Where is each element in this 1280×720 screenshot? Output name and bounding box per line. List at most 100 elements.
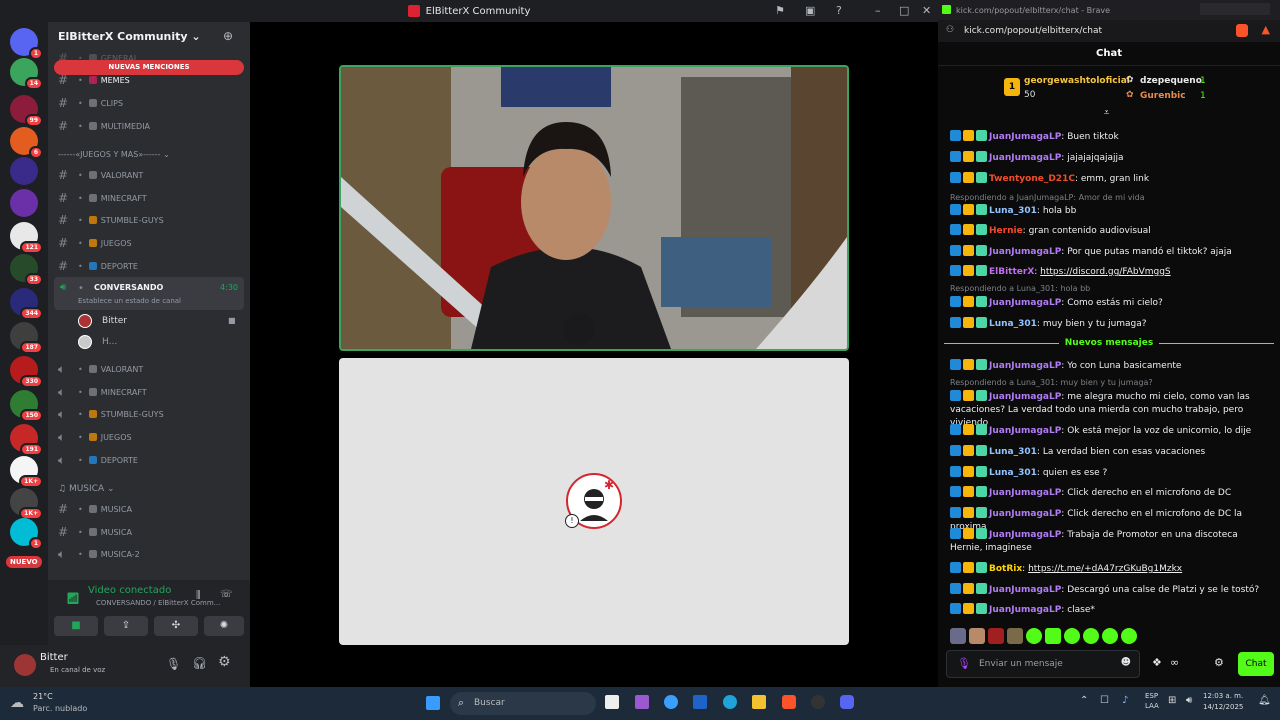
inbox-flag-icon[interactable]: ⚑	[775, 4, 785, 17]
server-icon-4[interactable]	[10, 157, 38, 185]
soundboard-button[interactable]: ✺	[204, 616, 244, 636]
avatar[interactable]	[14, 654, 36, 676]
channel-stumble-guys[interactable]: # • STUMBLE-GUYS	[58, 210, 244, 230]
server-icon-14[interactable]: 1K+	[10, 488, 43, 520]
channel-clips[interactable]: # • CLIPS	[58, 93, 244, 113]
address-bar[interactable]: ⚇ kick.com/popout/elbitterx/chat ▲	[938, 20, 1280, 42]
chat-username[interactable]: JuanJumagaLP	[989, 605, 1061, 615]
brave-icon[interactable]	[782, 695, 796, 709]
channel-valorant[interactable]: # • VALORANT	[58, 165, 244, 185]
chat-username[interactable]: Luna_301	[989, 447, 1037, 457]
microphone-icon[interactable]: 🎙︎	[166, 657, 181, 671]
chat-username[interactable]: JuanJumagaLP	[989, 298, 1061, 308]
voice-deporte[interactable]: 🔈︎ • DEPORTE	[58, 450, 244, 470]
screen-icon[interactable]: ▣	[805, 4, 815, 17]
screen-share-button[interactable]: ⇪	[104, 616, 148, 636]
server-icon-13[interactable]: 1K+	[10, 456, 43, 488]
server-icon-11[interactable]: 150	[10, 390, 43, 422]
webcam-video-tile[interactable]	[339, 65, 849, 351]
brave-rewards-icon[interactable]: ▲	[1262, 23, 1270, 36]
chat-username[interactable]: Luna_301	[989, 468, 1037, 478]
task-view-icon[interactable]	[605, 695, 619, 709]
tray-icon-1[interactable]: ☐	[1100, 695, 1109, 706]
voice-musica-2[interactable]: 🔈︎ • MUSICA-2	[58, 544, 244, 564]
chat-username[interactable]: JuanJumagaLP	[989, 361, 1061, 371]
voice-minecraft[interactable]: 🔈︎ • MINECRAFT	[58, 382, 244, 402]
collapse-icon[interactable]: ⩡	[1104, 108, 1109, 118]
chat-link[interactable]: https://t.me/+dA47rzGKuBg1Mzkx	[1028, 564, 1182, 574]
channel-multimedia[interactable]: # • MULTIMEDIA	[58, 116, 244, 136]
infinity-icon[interactable]: ∞	[1170, 656, 1179, 669]
channel-juegos[interactable]: # • JUEGOS	[58, 233, 244, 253]
activities-button[interactable]: ✣	[154, 616, 198, 636]
server-icon-9[interactable]: 187	[10, 322, 43, 354]
edge-icon[interactable]	[723, 695, 737, 709]
chat-username[interactable]: JuanJumagaLP	[989, 247, 1061, 257]
settings-gear-icon[interactable]: ⚙	[218, 654, 231, 670]
new-badge[interactable]: NUEVO	[6, 556, 42, 568]
voice-user-bitter[interactable]: Bitter	[78, 314, 127, 328]
chat-username[interactable]: ElBitterX	[989, 267, 1034, 277]
chat-username[interactable]: JuanJumagaLP	[989, 132, 1061, 142]
server-icon-3[interactable]: 6	[10, 127, 43, 159]
signal-icon[interactable]: 📶︎	[66, 592, 80, 605]
server-icon-2[interactable]: 99	[10, 95, 43, 127]
channel-minecraft[interactable]: # • MINECRAFT	[58, 188, 244, 208]
notifications-icon[interactable]: 🔔︎	[1258, 695, 1271, 706]
voice-channel-active[interactable]: 🔊︎ • CONVERSANDO 4:30 Establece un estad…	[54, 277, 244, 310]
voice-valorant[interactable]: 🔈︎ • VALORANT	[58, 359, 244, 379]
discord-home-icon[interactable]: 1	[10, 28, 43, 60]
server-icon-10[interactable]: 330	[10, 356, 43, 388]
chat-send-button[interactable]: Chat	[1238, 652, 1274, 676]
category-juegos[interactable]: ------«JUEGOS Y MAS»------ ⌄	[58, 150, 170, 159]
chat-username[interactable]: JuanJumagaLP	[989, 509, 1061, 519]
message-input[interactable]: 🎙︎ Enviar un mensaje ☻	[946, 650, 1140, 678]
taskbar-search[interactable]: ⌕ Buscar	[450, 692, 596, 715]
server-icon-6[interactable]: 121	[10, 222, 43, 254]
tray-icon-2[interactable]: ♪	[1122, 695, 1128, 706]
store-icon[interactable]	[693, 695, 707, 709]
chat-username[interactable]: Luna_301	[989, 319, 1037, 329]
chat-link[interactable]: https://discord.gg/FAbVmggS	[1040, 267, 1170, 277]
volume-icon[interactable]: 🔊︎	[1186, 695, 1192, 706]
app-icon-1[interactable]	[635, 695, 649, 709]
file-explorer-icon[interactable]	[752, 695, 766, 709]
chat-username[interactable]: Twentyone_D21C	[989, 174, 1075, 184]
camera-button[interactable]: ■	[54, 616, 98, 636]
noise-icon[interactable]: ⫼	[196, 590, 201, 601]
server-name[interactable]: ElBitterX Community ⌄	[58, 30, 201, 43]
channel-musica-1[interactable]: # • MUSICA	[58, 499, 244, 519]
server-icon-15[interactable]: 1	[10, 518, 43, 550]
chat-username[interactable]: JuanJumagaLP	[989, 585, 1061, 595]
server-icon-7[interactable]: 33	[10, 254, 43, 286]
minimize-icon[interactable]: –	[875, 4, 881, 17]
disconnect-icon[interactable]: ☏	[220, 589, 233, 600]
category-musica[interactable]: ♫ MUSICA ⌄	[58, 484, 115, 494]
maximize-icon[interactable]: □	[899, 4, 909, 17]
user-avatar-tile[interactable]: ✱ !	[339, 358, 849, 645]
server-icon-8[interactable]: 344	[10, 288, 43, 320]
brave-shield-icon[interactable]	[1236, 24, 1248, 37]
chat-username[interactable]: JuanJumagaLP	[989, 488, 1061, 498]
channel-deporte[interactable]: # • DEPORTE	[58, 256, 244, 276]
add-member-icon[interactable]: ⊕	[223, 29, 233, 43]
discord-taskbar-icon[interactable]	[840, 695, 854, 709]
network-icon[interactable]: ⊞	[1168, 695, 1176, 706]
chat-settings-icon[interactable]: ⚙	[1214, 656, 1224, 669]
copilot-icon[interactable]	[664, 695, 678, 709]
chat-username[interactable]: Hernie	[989, 226, 1023, 236]
close-icon[interactable]: ✕	[922, 4, 931, 17]
obs-icon[interactable]	[811, 695, 825, 709]
server-icon-5[interactable]	[10, 189, 38, 217]
channel-musica-2[interactable]: # • MUSICA	[58, 522, 244, 542]
voice-user-h[interactable]: H...	[78, 335, 117, 349]
emote-bar[interactable]	[950, 628, 1140, 644]
headphones-icon[interactable]: 🎧︎	[192, 656, 207, 670]
chat-username[interactable]: BotRix	[989, 564, 1022, 574]
chat-username[interactable]: JuanJumagaLP	[989, 153, 1061, 163]
windows-start-icon[interactable]	[426, 696, 440, 710]
voice-juegos[interactable]: 🔈︎ • JUEGOS	[58, 427, 244, 447]
chat-username[interactable]: JuanJumagaLP	[989, 530, 1061, 540]
emoji-icon[interactable]: ☻	[1121, 657, 1131, 668]
chat-username[interactable]: JuanJumagaLP	[989, 392, 1061, 402]
